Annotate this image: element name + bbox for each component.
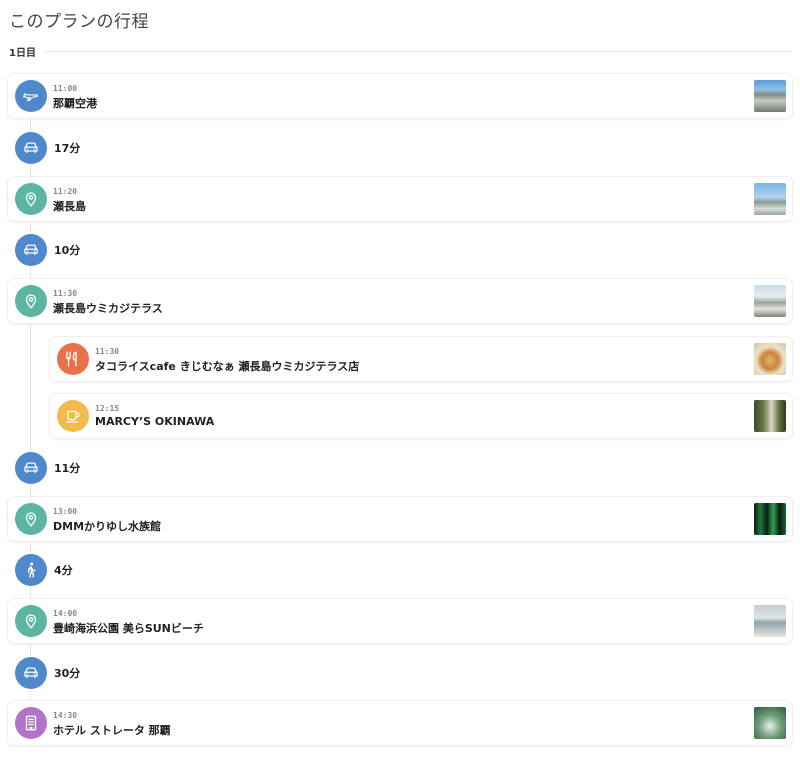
- item-time: 12:15: [95, 404, 120, 413]
- item-name: 豊崎海浜公園 美らSUNビーチ: [53, 622, 204, 635]
- map-pin-icon: [15, 605, 47, 637]
- item-name: 瀬長島: [53, 200, 86, 213]
- page-title: このプランの行程: [9, 12, 149, 32]
- travel-duration: 10分: [54, 244, 81, 257]
- transit-step: 17分: [8, 132, 80, 164]
- transit-step: 4分: [8, 554, 73, 586]
- item-time: 11:20: [53, 187, 78, 196]
- item-time: 14:30: [53, 711, 78, 720]
- item-name: タコライスcafe きじむなぁ 瀬長島ウミカジテラス店: [95, 360, 360, 373]
- travel-duration: 17分: [54, 142, 81, 155]
- item-time: 11:30: [95, 347, 120, 356]
- car-icon: [15, 452, 47, 484]
- map-pin-icon: [15, 183, 47, 215]
- map-pin-icon: [15, 503, 47, 535]
- car-icon: [15, 132, 47, 164]
- item-name: MARCY’S OKINAWA: [95, 415, 215, 428]
- itinerary-subitem-tacorice-cafe[interactable]: 11:30 タコライスcafe きじむなぁ 瀬長島ウミカジテラス店: [50, 337, 792, 381]
- itinerary-item-umikaji-terrace[interactable]: 11:30 瀬長島ウミカジテラス: [8, 279, 792, 323]
- car-icon: [15, 234, 47, 266]
- itinerary-subitem-marcys-okinawa[interactable]: 12:15 MARCY’S OKINAWA: [50, 394, 792, 438]
- day-label: 1日目: [9, 47, 36, 59]
- map-pin-icon: [15, 285, 47, 317]
- item-name: DMMかりゆし水族館: [53, 520, 162, 533]
- fork-knife-icon: [57, 343, 89, 375]
- item-name: 那覇空港: [53, 97, 97, 110]
- spot-thumbnail[interactable]: [754, 707, 786, 739]
- item-name: ホテル ストレータ 那覇: [53, 724, 171, 737]
- spot-thumbnail[interactable]: [754, 285, 786, 317]
- airplane-icon: [15, 80, 47, 112]
- spot-thumbnail[interactable]: [754, 400, 786, 432]
- itinerary-item-senagajima[interactable]: 11:20 瀬長島: [8, 177, 792, 221]
- itinerary-item-churasun-beach[interactable]: 14:00 豊崎海浜公園 美らSUNビーチ: [8, 599, 792, 643]
- spot-thumbnail[interactable]: [754, 343, 786, 375]
- travel-duration: 30分: [54, 667, 81, 680]
- transit-step: 10分: [8, 234, 80, 266]
- transit-step: 11分: [8, 452, 80, 484]
- spot-thumbnail[interactable]: [754, 605, 786, 637]
- walking-person-icon: [15, 554, 47, 586]
- day-header: 1日目: [9, 44, 792, 59]
- itinerary-item-dmm-aquarium[interactable]: 13:00 DMMかりゆし水族館: [8, 497, 792, 541]
- spot-thumbnail[interactable]: [754, 80, 786, 112]
- item-name: 瀬長島ウミカジテラス: [53, 302, 163, 315]
- car-icon: [15, 657, 47, 689]
- transit-step: 30分: [8, 657, 80, 689]
- item-time: 14:00: [53, 609, 78, 618]
- spot-thumbnail[interactable]: [754, 183, 786, 215]
- divider: [43, 50, 792, 52]
- travel-duration: 4分: [54, 564, 73, 577]
- coffee-cup-icon: [57, 400, 89, 432]
- spot-thumbnail[interactable]: [754, 503, 786, 535]
- itinerary-item-hotel-strata-naha[interactable]: 14:30 ホテル ストレータ 那覇: [8, 701, 792, 745]
- travel-duration: 11分: [54, 462, 81, 475]
- item-time: 13:00: [53, 507, 78, 516]
- item-time: 11:00: [53, 84, 78, 93]
- itinerary-item-naha-airport[interactable]: 11:00 那覇空港: [8, 74, 792, 118]
- building-icon: [15, 707, 47, 739]
- item-time: 11:30: [53, 289, 78, 298]
